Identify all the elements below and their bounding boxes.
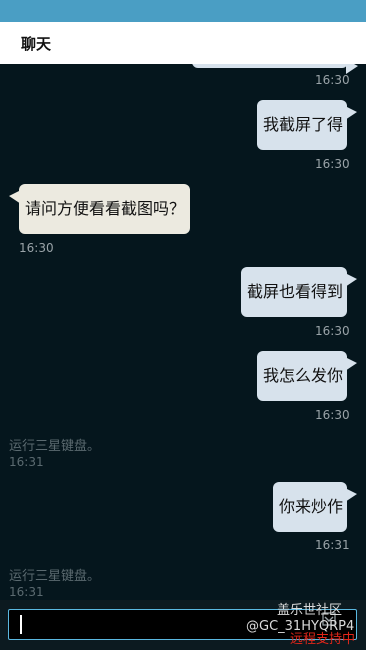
watermark-community: 盖乐世社区	[277, 603, 343, 618]
chat-title-bar: 聊天	[0, 22, 366, 64]
message-time: 16:30	[315, 408, 350, 422]
message-bubble-outgoing[interactable]	[192, 64, 358, 74]
message-text: 你来炒作	[279, 497, 344, 516]
message-bubble-outgoing[interactable]: 我截屏了得	[257, 100, 357, 150]
message-text: 我怎么发你	[263, 366, 344, 385]
status-bar	[0, 0, 366, 22]
message-bubble-outgoing[interactable]: 截屏也看得到	[241, 267, 357, 317]
chat-area[interactable]: 16:30 我截屏了得 16:30 请问方便看看截图吗？ 16:30 截屏也看得…	[0, 64, 366, 600]
message-time: 16:31	[315, 538, 350, 552]
page-title: 聊天	[21, 34, 52, 53]
system-note-time: 16:31	[9, 455, 44, 469]
message-bubble-incoming[interactable]: 请问方便看看截图吗？	[9, 184, 190, 234]
message-text: 截屏也看得到	[247, 282, 344, 301]
message-bubble-outgoing[interactable]: 我怎么发你	[257, 351, 357, 401]
message-time: 16:30	[315, 324, 350, 338]
message-time: 16:30	[315, 157, 350, 171]
text-caret	[20, 615, 22, 634]
message-text: 我截屏了得	[263, 115, 344, 134]
system-note: 运行三星键盘。	[9, 569, 101, 584]
message-time: 16:30	[315, 73, 350, 87]
message-bubble-outgoing[interactable]: 你来炒作	[273, 482, 357, 532]
watermark-remote-support: 远程支持中	[290, 632, 356, 647]
message-time: 16:30	[19, 241, 54, 255]
message-text: 请问方便看看截图吗？	[25, 199, 186, 218]
system-note: 运行三星键盘。	[9, 439, 101, 454]
system-note-time: 16:31	[9, 585, 44, 599]
